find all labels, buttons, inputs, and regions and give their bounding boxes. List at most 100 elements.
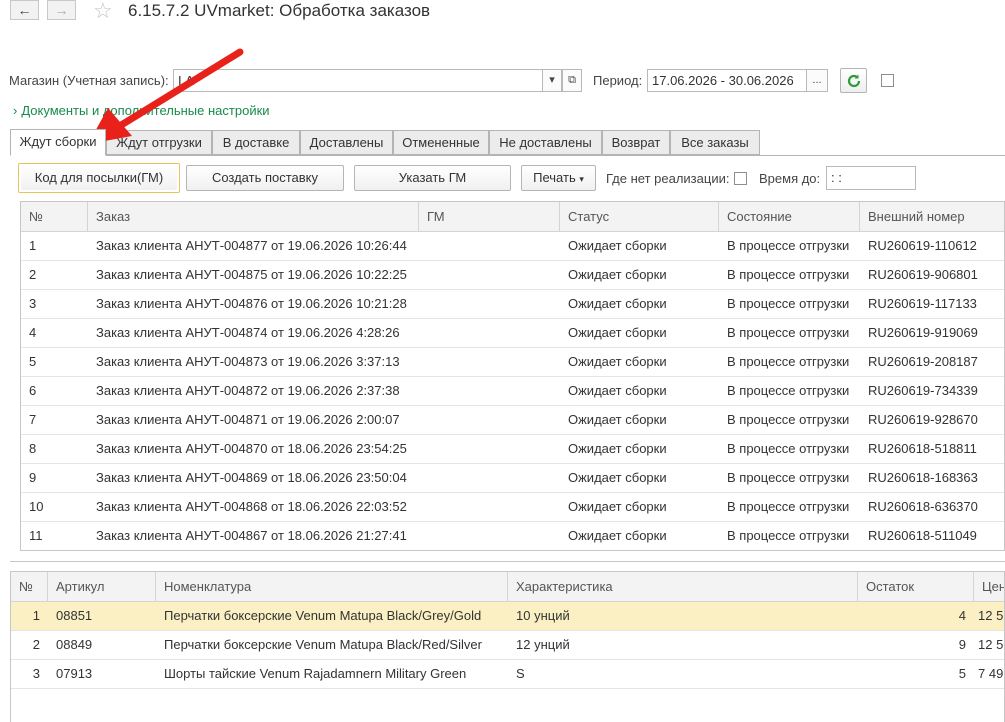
no-realization-label: Где нет реализации:	[606, 171, 730, 186]
table-row[interactable]: 1 08851 Перчатки боксерские Venum Matupa B…	[11, 602, 1004, 631]
orders-cell-order: Заказ клиента АНУТ-004868 от 18.06.2026 …	[96, 499, 407, 514]
orders-cell-status: Ожидает сборки	[568, 441, 667, 456]
orders-cell-status: Ожидает сборки	[568, 528, 667, 543]
table-row[interactable]: 9 Заказ клиента АНУТ-004869 от 18.06.2026…	[21, 464, 1004, 493]
orders-cell-order: Заказ клиента АНУТ-004873 от 19.06.2026 …	[96, 354, 400, 369]
orders-col-state[interactable]: Состояние	[719, 202, 860, 231]
items-cell-price: 7 49	[978, 666, 1004, 681]
items-col-num[interactable]: №	[11, 572, 48, 601]
orders-cell-status: Ожидает сборки	[568, 499, 667, 514]
table-row[interactable]: 10 Заказ клиента АНУТ-004868 от 18.06.202…	[21, 493, 1004, 522]
orders-col-order[interactable]: Заказ	[88, 202, 419, 231]
table-row[interactable]: 2 08849 Перчатки боксерские Venum Matupa B…	[11, 631, 1004, 660]
orders-cell-num: 9	[29, 470, 37, 485]
items-cell-stock: 9	[958, 637, 966, 652]
docs-settings-expander[interactable]: › Документы и дополнительные настройки	[13, 103, 270, 118]
tab-delivered[interactable]: Доставлены	[300, 130, 393, 155]
items-col-stock[interactable]: Остаток	[858, 572, 974, 601]
dropdown-arrow-icon: ▾	[579, 174, 584, 184]
orders-cell-gm	[419, 493, 560, 521]
orders-cell-state: В процессе отгрузки	[727, 296, 850, 311]
tab-not-delivered[interactable]: Не доставлены	[489, 130, 602, 155]
orders-cell-gm	[419, 464, 560, 492]
orders-cell-state: В процессе отгрузки	[727, 354, 850, 369]
tab-in-delivery[interactable]: В доставке	[212, 130, 300, 155]
orders-cell-num: 4	[29, 325, 37, 340]
table-row[interactable]: 8 Заказ клиента АНУТ-004870 от 18.06.2026…	[21, 435, 1004, 464]
parcel-code-button[interactable]: Код для посылки(ГМ)	[18, 163, 180, 193]
tab-divider	[10, 155, 1005, 156]
table-row[interactable]: 5 Заказ клиента АНУТ-004873 от 19.06.2026…	[21, 348, 1004, 377]
items-cell-num: 1	[32, 608, 40, 623]
items-cell-article: 08849	[56, 637, 93, 652]
favorite-star-icon[interactable]: ☆	[93, 0, 113, 24]
table-row[interactable]: 3 07913 Шорты тайские Venum Rajadamnern Mi…	[11, 660, 1004, 689]
period-select-button[interactable]: ...	[806, 69, 828, 92]
orders-cell-status: Ожидает сборки	[568, 238, 667, 253]
tab-wait-assembly[interactable]: Ждут сборки	[10, 129, 106, 156]
orders-cell-external: RU260619-734339	[868, 383, 978, 398]
arrow-right-icon: →	[54, 2, 69, 18]
orders-cell-state: В процессе отгрузки	[727, 325, 850, 340]
orders-cell-external: RU260619-906801	[868, 267, 978, 282]
table-row[interactable]: 6 Заказ клиента АНУТ-004872 от 19.06.2026…	[21, 377, 1004, 406]
table-row[interactable]: 4 Заказ клиента АНУТ-004874 от 19.06.2026…	[21, 319, 1004, 348]
orders-cell-gm	[419, 348, 560, 376]
set-gm-button[interactable]: Указать ГМ	[354, 165, 511, 191]
create-supply-button[interactable]: Создать поставку	[186, 165, 344, 191]
items-col-nomenclature[interactable]: Номенклатура	[156, 572, 508, 601]
orders-cell-external: RU260618-518811	[868, 441, 977, 456]
table-row[interactable]: 3 Заказ клиента АНУТ-004876 от 19.06.2026…	[21, 290, 1004, 319]
tab-wait-shipment[interactable]: Ждут отгрузки	[106, 130, 212, 155]
orders-table: № Заказ ГМ Статус Состояние Внешний номе…	[20, 201, 1005, 551]
orders-cell-order: Заказ клиента АНУТ-004877 от 19.06.2026 …	[96, 238, 407, 253]
option-checkbox[interactable]	[881, 74, 894, 87]
tab-all-orders[interactable]: Все заказы	[670, 130, 760, 155]
period-input[interactable]: 17.06.2026 - 30.06.2026	[647, 69, 807, 92]
orders-cell-external: RU260619-919069	[868, 325, 978, 340]
orders-col-gm[interactable]: ГМ	[419, 202, 560, 231]
orders-cell-order: Заказ клиента АНУТ-004872 от 19.06.2026 …	[96, 383, 400, 398]
orders-cell-order: Заказ клиента АНУТ-004870 от 18.06.2026 …	[96, 441, 407, 456]
orders-cell-num: 3	[29, 296, 37, 311]
table-row[interactable]: 2 Заказ клиента АНУТ-004875 от 19.06.2026…	[21, 261, 1004, 290]
items-cell-nomenclature: Шорты тайские Venum Rajadamnern Military…	[164, 666, 467, 681]
orders-cell-num: 10	[29, 499, 44, 514]
table-row[interactable]: 7 Заказ клиента АНУТ-004871 от 19.06.2026…	[21, 406, 1004, 435]
items-col-article[interactable]: Артикул	[48, 572, 156, 601]
table-row[interactable]: 1 Заказ клиента АНУТ-004877 от 19.06.2026…	[21, 232, 1004, 261]
orders-cell-gm	[419, 290, 560, 318]
orders-cell-order: Заказ клиента АНУТ-004874 от 19.06.2026 …	[96, 325, 400, 340]
docs-settings-link[interactable]: Документы и дополнительные настройки	[21, 103, 269, 118]
items-table: № Артикул Номенклатура Характеристика Ос…	[10, 571, 1005, 722]
items-cell-stock: 4	[958, 608, 966, 623]
time-until-input[interactable]: : :	[826, 166, 916, 190]
orders-cell-status: Ожидает сборки	[568, 267, 667, 282]
tab-return[interactable]: Возврат	[602, 130, 670, 155]
items-cell-num: 2	[32, 637, 40, 652]
orders-cell-status: Ожидает сборки	[568, 354, 667, 369]
refresh-button[interactable]	[840, 68, 867, 93]
print-button[interactable]: Печать ▾	[521, 165, 596, 191]
items-col-characteristic[interactable]: Характеристика	[508, 572, 858, 601]
orders-col-external[interactable]: Внешний номер	[860, 202, 1004, 231]
back-button[interactable]: ←	[10, 0, 39, 20]
print-label: Печать	[533, 170, 576, 185]
orders-cell-order: Заказ клиента АНУТ-004867 от 18.06.2026 …	[96, 528, 407, 543]
shop-open-button[interactable]: ⧉	[562, 69, 582, 92]
orders-cell-gm	[419, 261, 560, 289]
orders-col-num[interactable]: №	[21, 202, 88, 231]
orders-col-status[interactable]: Статус	[560, 202, 719, 231]
items-cell-article: 07913	[56, 666, 93, 681]
tab-cancelled[interactable]: Отмененные	[393, 130, 489, 155]
forward-button[interactable]: →	[47, 0, 76, 20]
time-until-label: Время до:	[759, 171, 821, 186]
items-col-price[interactable]: Цен	[974, 572, 1004, 601]
shop-input[interactable]: I.A	[173, 69, 543, 92]
refresh-icon	[847, 74, 860, 87]
orders-cell-external: RU260619-110612	[868, 238, 977, 253]
no-realization-checkbox[interactable]	[734, 172, 747, 185]
shop-dropdown-button[interactable]: ▾	[542, 69, 562, 92]
chevron-right-icon: ›	[13, 103, 18, 118]
table-row[interactable]: 11 Заказ клиента АНУТ-004867 от 18.06.202…	[21, 522, 1004, 550]
